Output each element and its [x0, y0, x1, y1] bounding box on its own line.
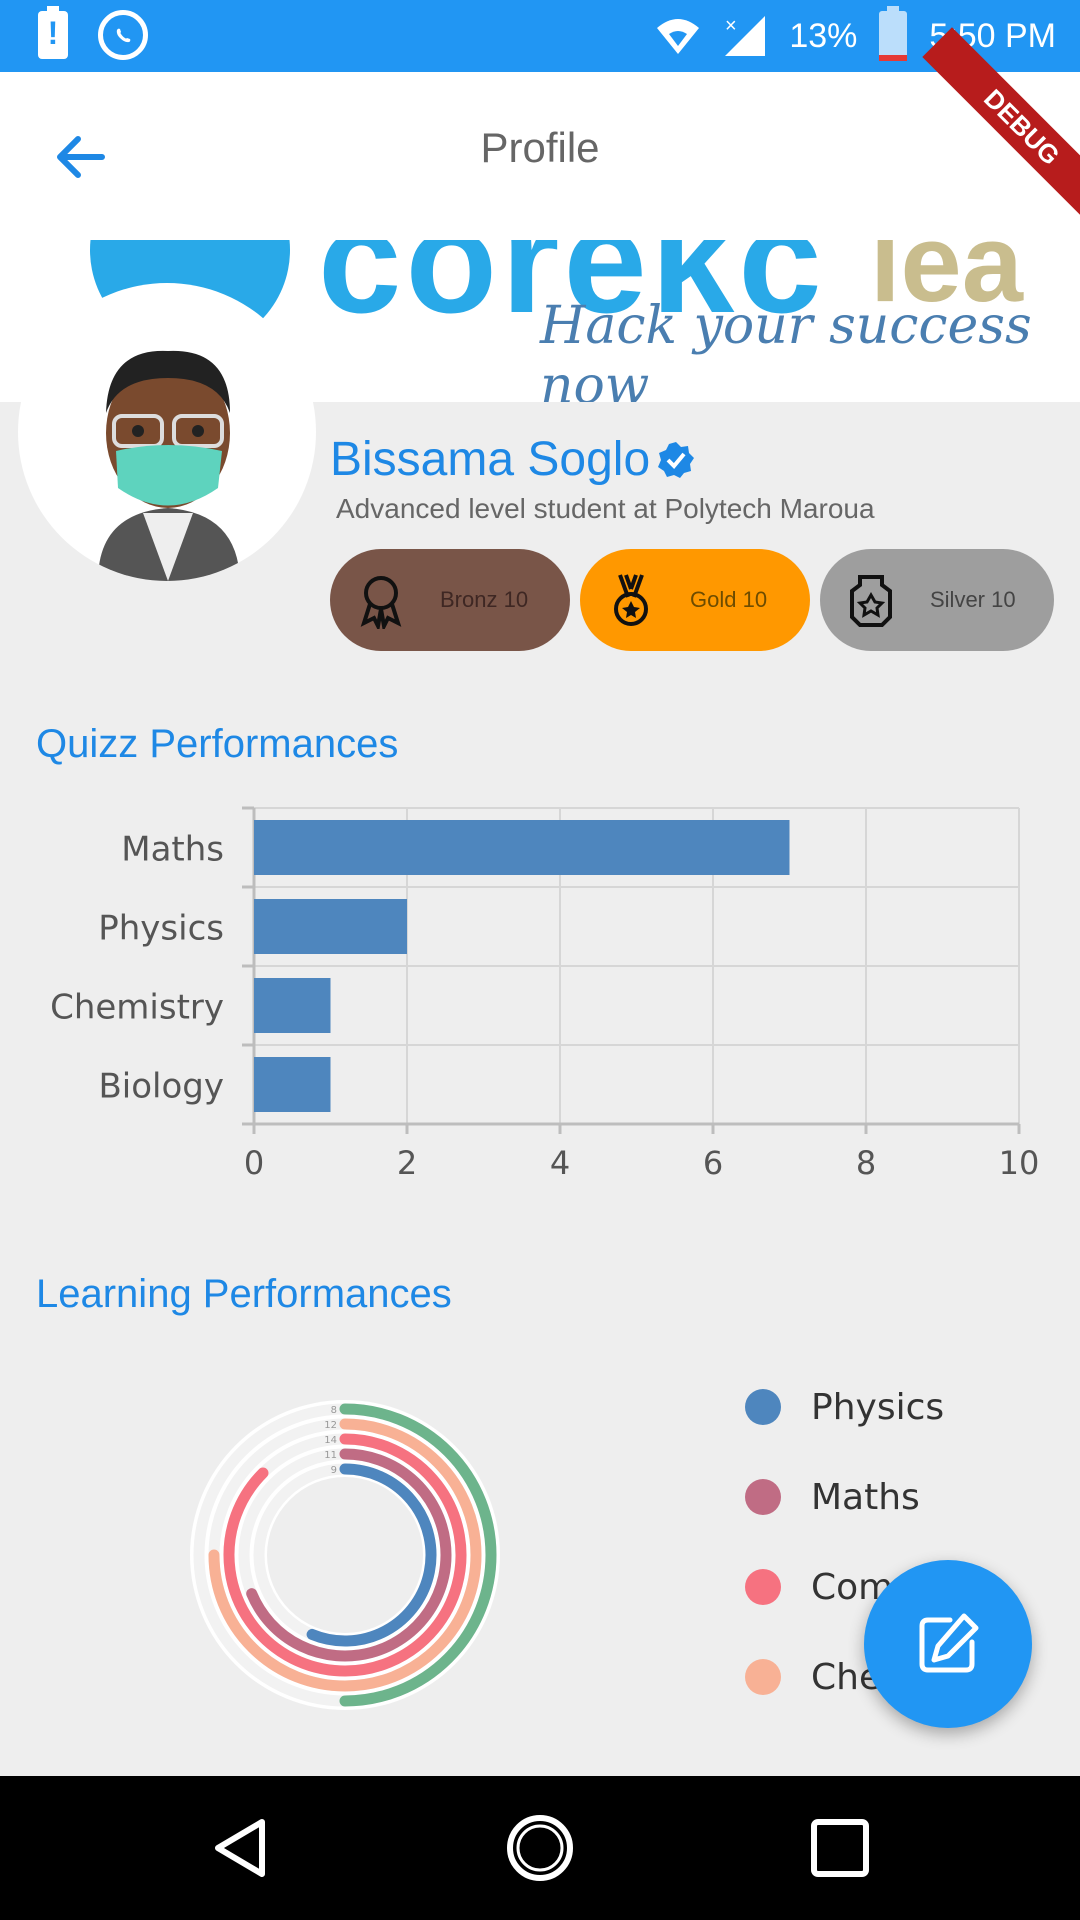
quiz-performance-chart: Maths Physics Chemistry Biology 0 2 4 6 8 10	[50, 806, 1040, 1182]
category-label: Biology	[98, 1067, 224, 1107]
battery-percent: 13%	[789, 16, 858, 55]
chart-center	[267, 1477, 423, 1633]
medal-icon	[614, 574, 648, 626]
learning-performances-title: Learning Performances	[36, 1272, 452, 1316]
trophy-icon	[850, 575, 892, 627]
ring-label: 14	[324, 1435, 337, 1446]
badge-silver-label: Silver 10	[930, 587, 1016, 612]
legend-dot	[745, 1389, 781, 1425]
badge-list: Bronz 10 Gold 10 Silver 10	[330, 549, 1054, 651]
category-label: Physics	[98, 909, 224, 949]
bar	[254, 1057, 331, 1112]
signal-icon: ×	[725, 15, 766, 56]
legend-item: Physics	[745, 1362, 944, 1452]
verified-badge-icon	[658, 441, 695, 478]
quiz-performances-title: Quizz Performances	[36, 722, 399, 766]
system-nav-bar	[0, 1776, 1080, 1920]
badge-silver[interactable]: Silver 10	[820, 549, 1054, 651]
status-bar: ! × 13% 5:50 PM	[0, 0, 1080, 72]
legend-dot	[745, 1479, 781, 1515]
learning-performance-chart: 8 12 14 11 9	[190, 1400, 500, 1710]
home-circle-icon[interactable]	[504, 1812, 576, 1884]
category-label: Chemistry	[50, 988, 224, 1028]
avatar[interactable]	[18, 283, 316, 581]
badge-gold-label: Gold 10	[690, 587, 768, 612]
ring-label: 9	[331, 1465, 337, 1476]
legend-label: Maths	[811, 1476, 920, 1518]
banner-tagline: Hack your success now	[540, 296, 1032, 402]
avatar-illustration	[98, 350, 240, 581]
tick-label: 10	[999, 1144, 1040, 1182]
page-title: Profile	[480, 124, 600, 171]
profile-name-text: Bissama Soglo	[330, 433, 651, 486]
tick-label: 6	[703, 1144, 723, 1182]
recents-square-icon[interactable]	[804, 1812, 876, 1884]
ring-label: 12	[324, 1420, 337, 1431]
badge-gold[interactable]: Gold 10	[580, 549, 810, 651]
ribbon-award-icon	[360, 576, 402, 629]
bar	[254, 978, 331, 1033]
legend-dot	[745, 1569, 781, 1605]
tick-label: 8	[856, 1144, 876, 1182]
profile-subtitle: Advanced level student at Polytech Marou…	[336, 493, 875, 524]
legend-dot	[745, 1659, 781, 1695]
tick-label: 2	[397, 1144, 417, 1182]
back-triangle-icon[interactable]	[206, 1812, 278, 1884]
svg-text:×: ×	[725, 15, 737, 37]
tick-label: 4	[550, 1144, 570, 1182]
whatsapp-icon	[98, 10, 148, 60]
tick-label: 0	[244, 1144, 264, 1182]
bar	[254, 899, 407, 954]
app-bar: Profile DEBUG	[0, 27, 1080, 240]
legend-label: Physics	[811, 1386, 945, 1428]
badge-bronze-label: Bronz 10	[440, 587, 529, 612]
ring-label: 8	[331, 1405, 337, 1416]
battery-low-icon	[879, 6, 908, 61]
edit-profile-button[interactable]	[864, 1560, 1032, 1728]
battery-alert-icon: !	[38, 6, 68, 59]
edit-icon	[919, 1613, 979, 1673]
bar	[254, 820, 790, 875]
wifi-icon	[657, 19, 700, 54]
category-label: Maths	[121, 830, 224, 870]
profile-name: Bissama Soglo	[330, 432, 696, 487]
legend-item: Maths	[745, 1452, 944, 1542]
ring-label: 11	[324, 1450, 337, 1461]
badge-bronze[interactable]: Bronz 10	[330, 549, 570, 651]
